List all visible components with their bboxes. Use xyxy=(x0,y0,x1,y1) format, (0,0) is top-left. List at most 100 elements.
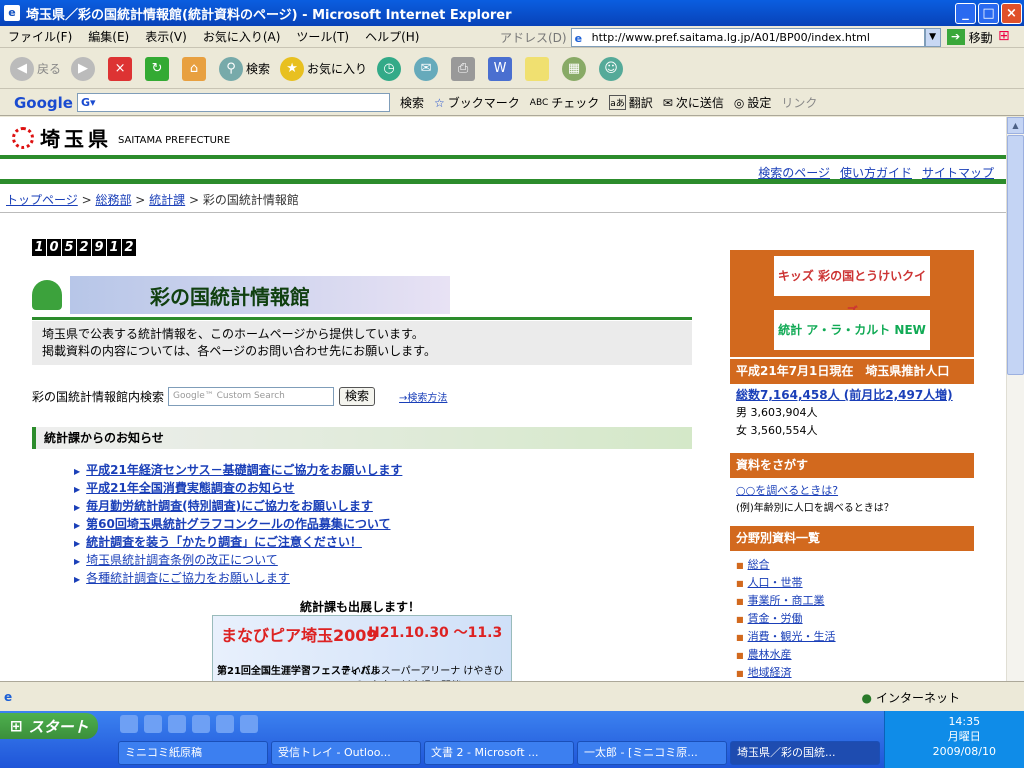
task-button[interactable]: ミニコミ紙原稿 xyxy=(118,741,268,765)
windows-flag-icon: ⊞ xyxy=(10,717,23,735)
search-help-link[interactable]: →検索方法 xyxy=(399,389,447,404)
exhibit-heading: 統計課も出展します！ xyxy=(300,600,421,614)
category-item: 地域経済 xyxy=(736,664,974,681)
google-settings-button[interactable]: ◎ 設定 xyxy=(734,94,772,111)
google-search-button[interactable]: 検索 xyxy=(400,94,424,111)
exhibit-banner[interactable]: まなびピア埼玉2009 H21.10.30 ～11.3 第21回全国生涯学習フェ… xyxy=(212,615,512,681)
start-button[interactable]: ⊞ スタート xyxy=(0,713,98,739)
quicklaunch-desktop-icon[interactable] xyxy=(168,715,186,733)
quicklaunch-word-icon[interactable] xyxy=(216,715,234,733)
quicklaunch-media-icon[interactable] xyxy=(144,715,162,733)
quicklaunch-outlook-icon[interactable] xyxy=(192,715,210,733)
search-button[interactable]: ⚲ 検索 xyxy=(219,56,270,81)
discuss-button[interactable] xyxy=(525,56,552,81)
search-data-heading: 資料をさがす xyxy=(730,453,974,478)
google-send-button[interactable]: ✉ 次に送信 xyxy=(663,94,724,111)
task-button[interactable]: 埼玉県／彩の国統... xyxy=(730,741,880,765)
menu-edit[interactable]: 編集(E) xyxy=(80,28,137,45)
prefecture-logo[interactable]: 埼玉県 SAITAMA PREFECTURE xyxy=(12,123,230,152)
news-item: 第60回埼玉県統計グラフコンクールの作品募集について xyxy=(74,515,402,533)
breadcrumb-top[interactable]: トップページ xyxy=(6,193,78,207)
star-icon: ★ xyxy=(280,56,305,81)
home-button[interactable]: ⌂ xyxy=(182,56,209,81)
print-button[interactable]: ⎙ xyxy=(451,56,478,81)
edit-button[interactable]: W xyxy=(488,56,515,81)
counter-digit: 5 xyxy=(62,239,76,256)
scroll-up-icon[interactable]: ▲ xyxy=(1007,117,1024,134)
intro-line-2: 掲載資料の内容については、各ページのお問い合わせ先にお願いします。 xyxy=(42,344,436,358)
close-button[interactable]: × xyxy=(1001,3,1022,24)
news-item: 埼玉県統計調査条例の改正について xyxy=(74,551,402,569)
google-search-input[interactable]: G▾ xyxy=(76,93,390,112)
population-female: 女 3,560,554人 xyxy=(736,424,818,437)
news-list: 平成21年経済センサス－基礎調査にご協力をお願いします 平成21年全国消費実態調… xyxy=(74,461,402,587)
menu-help[interactable]: ヘルプ(H) xyxy=(357,28,427,45)
print-icon: ⎙ xyxy=(451,56,476,81)
search-data-body: ○○を調べるときは? (例)年齢別に人口を調べるときは？ xyxy=(730,482,974,518)
task-button[interactable]: 受信トレイ - Outloo... xyxy=(271,741,421,765)
news-item: 毎月勤労統計調査(特別調査)にご協力をお願いします xyxy=(74,497,402,515)
site-search: 彩の国統計情報館内検索 Google™ Custom Search 検索 →検索… xyxy=(32,387,447,406)
mail-icon: ✉ xyxy=(414,56,439,81)
breadcrumb-general-affairs[interactable]: 総務部 xyxy=(95,193,131,207)
exhibit-dates: H21.10.30 ～11.3 xyxy=(368,625,503,641)
minimize-button[interactable]: _ xyxy=(955,3,976,24)
home-icon: ⌂ xyxy=(182,56,207,81)
google-check-button[interactable]: ABC チェック xyxy=(530,94,599,111)
messenger-button[interactable]: ☺ xyxy=(599,56,626,81)
search-howto-link[interactable]: ○○を調べるときは? xyxy=(736,484,838,497)
quicklaunch-excel-icon[interactable] xyxy=(240,715,258,733)
address-dropdown-icon[interactable]: ▼ xyxy=(924,27,941,47)
menu-view[interactable]: 表示(V) xyxy=(137,28,195,45)
visit-counter: 1052912 xyxy=(32,239,137,256)
task-button[interactable]: 一太郎 - [ミニコミ原... xyxy=(577,741,727,765)
forward-button[interactable]: ▶ xyxy=(71,56,98,81)
go-button[interactable]: ➔ 移動 xyxy=(946,29,993,46)
population-total-link[interactable]: 総数7,164,458人 (前月比2,497人増) xyxy=(736,388,953,402)
alacarte-banner[interactable]: 統計 ア・ラ・カルト NEW xyxy=(774,310,930,350)
scroll-thumb[interactable] xyxy=(1007,135,1024,375)
links-label[interactable]: リンク xyxy=(781,94,817,111)
site-search-button[interactable]: 検索 xyxy=(339,387,376,406)
refresh-button[interactable]: ↻ xyxy=(145,56,172,81)
exhibit-title: まなびピア埼玉2009 xyxy=(221,626,378,645)
menu-favorites[interactable]: お気に入り(A) xyxy=(195,28,289,45)
note-icon xyxy=(525,56,550,81)
counter-digit: 0 xyxy=(47,239,61,256)
forward-arrow-icon: ▶ xyxy=(71,56,96,81)
news-item: 平成21年経済センサス－基礎調査にご協力をお願いします xyxy=(74,461,402,479)
prefecture-name-en: SAITAMA PREFECTURE xyxy=(118,135,231,146)
system-tray: 14:35 月曜日 2009/08/10 xyxy=(884,711,1024,768)
address-input[interactable]: http://www.pref.saitama.lg.jp/A01/BP00/i… xyxy=(570,27,925,47)
translate-icon: aあ xyxy=(609,95,626,110)
quiz-banner[interactable]: キッズ 彩の国とうけいクイズ xyxy=(774,256,930,319)
counter-digit: 2 xyxy=(122,239,136,256)
menu-file[interactable]: ファイル(F) xyxy=(0,28,80,45)
research-button[interactable]: ▦ xyxy=(562,56,589,81)
quicklaunch-ie-icon[interactable] xyxy=(120,715,138,733)
clock[interactable]: 14:35 月曜日 2009/08/10 xyxy=(933,714,996,759)
task-button[interactable]: 文書 2 - Microsoft ... xyxy=(424,741,574,765)
mail-button[interactable]: ✉ xyxy=(414,56,441,81)
favorites-button[interactable]: ★ お気に入り xyxy=(280,56,367,81)
go-label: 移動 xyxy=(968,30,993,45)
ie-window: e 埼玉県／彩の国統計情報館(統計資料のページ) - Microsoft Int… xyxy=(0,0,1024,711)
breadcrumb-statistics[interactable]: 統計課 xyxy=(149,193,185,207)
vertical-scrollbar[interactable]: ▲ xyxy=(1006,117,1024,681)
history-button[interactable]: ◷ xyxy=(377,56,404,81)
zone-label: インターネット xyxy=(875,691,960,705)
menu-tools[interactable]: ツール(T) xyxy=(288,28,357,45)
standard-toolbar: ◀ 戻る ▶ × ↻ ⌂ ⚲ 検索 ★ お気に入り ◷ ✉ ⎙ W ▦ ☺ xyxy=(0,49,1024,89)
google-translate-button[interactable]: aあ 翻訳 xyxy=(609,94,653,111)
research-icon: ▦ xyxy=(562,56,587,81)
page-content: 埼玉県 SAITAMA PREFECTURE 検索のページ 使い方ガイド サイト… xyxy=(0,117,1006,681)
maximize-button[interactable]: □ xyxy=(978,3,999,24)
send-icon: ✉ xyxy=(662,95,673,110)
back-button[interactable]: ◀ 戻る xyxy=(10,56,61,81)
google-bookmarks-button[interactable]: ☆ ブックマーク xyxy=(434,94,520,111)
site-search-input[interactable]: Google™ Custom Search xyxy=(168,387,335,406)
counter-digit: 2 xyxy=(77,239,91,256)
category-item: 総合 xyxy=(736,556,974,574)
stop-button[interactable]: × xyxy=(108,56,135,81)
intro-text: 埼玉県で公表する統計情報を、このホームページから提供しています。 掲載資料の内容… xyxy=(32,321,692,365)
